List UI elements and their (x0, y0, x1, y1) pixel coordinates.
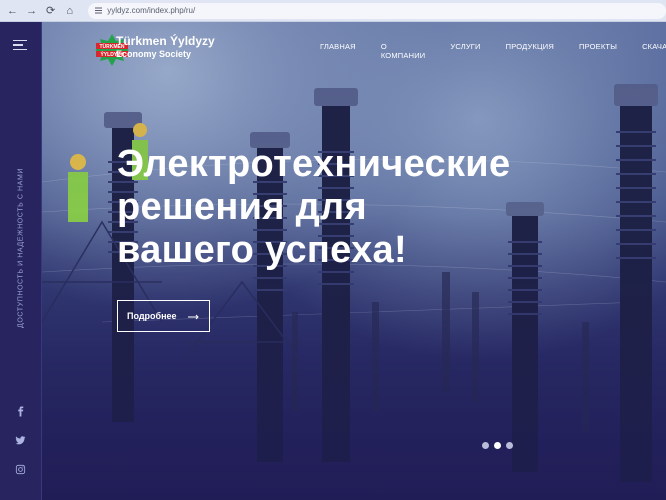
nav-item-home[interactable]: ГЛАВНАЯ (320, 42, 356, 60)
instagram-icon[interactable] (12, 461, 28, 477)
forward-icon[interactable]: → (23, 2, 40, 20)
brand-name[interactable]: Türkmen Ýyldyzy (116, 34, 215, 48)
nav-item-services[interactable]: УСЛУГИ (450, 42, 480, 60)
hero-section: TÜRKMEN ÝYLDYZY Türkmen Ýyldyzy Economy … (42, 22, 666, 500)
arrow-right-icon (188, 314, 199, 320)
more-button[interactable]: Подробнее (117, 300, 210, 332)
browser-toolbar: ← → ⟳ ⌂ yyldyz.com/index.php/ru/ (0, 0, 666, 22)
sidebar-tagline: Доступность и надежность с нами (17, 167, 25, 329)
nav-item-download[interactable]: СКАЧАТЬ (642, 42, 666, 60)
home-icon[interactable]: ⌂ (61, 2, 78, 20)
headline-line-1: Электротехнические (117, 143, 511, 185)
url-text: yyldyz.com/index.php/ru/ (107, 6, 196, 15)
hero-headline: Электротехнические решения для вашего ус… (117, 143, 587, 272)
slider-dot-1[interactable] (482, 442, 489, 449)
left-sidebar: Доступность и надежность с нами (0, 22, 42, 500)
slider-dot-2[interactable] (494, 442, 501, 449)
twitter-icon[interactable] (12, 432, 28, 448)
main-navigation: ГЛАВНАЯ О КОМПАНИИ УСЛУГИ ПРОДУКЦИЯ ПРОЕ… (320, 42, 666, 60)
headline-line-2: решения для (117, 186, 367, 228)
slider-pagination (482, 442, 518, 449)
brand-subtitle[interactable]: Economy Society (116, 49, 191, 59)
slider-dot-3[interactable] (506, 442, 513, 449)
facebook-icon[interactable] (12, 403, 28, 419)
address-bar[interactable]: yyldyz.com/index.php/ru/ (88, 2, 666, 19)
reload-icon[interactable]: ⟳ (42, 2, 59, 20)
more-button-label: Подробнее (127, 311, 177, 321)
hamburger-menu-icon[interactable] (13, 40, 27, 51)
nav-item-about[interactable]: О КОМПАНИИ (381, 42, 426, 60)
back-icon[interactable]: ← (4, 2, 21, 20)
nav-item-products[interactable]: ПРОДУКЦИЯ (506, 42, 554, 60)
nav-item-projects[interactable]: ПРОЕКТЫ (579, 42, 617, 60)
site-settings-icon[interactable] (94, 6, 103, 15)
headline-line-3: вашего успеха! (117, 229, 407, 271)
